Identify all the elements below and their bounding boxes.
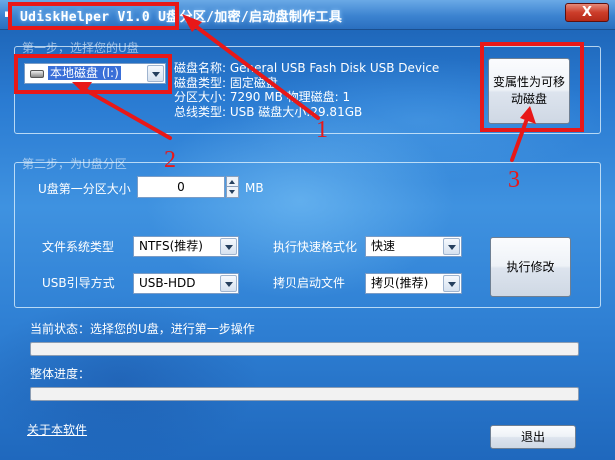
annotation-number-3: 3 (508, 167, 520, 193)
arrow-2-line (80, 86, 172, 140)
annotation-number-1: 1 (316, 117, 328, 143)
annotation-number-2: 2 (164, 147, 176, 173)
arrow-3-line (510, 114, 530, 162)
arrow-1-line (188, 20, 320, 120)
annotation-arrows (72, 14, 536, 162)
